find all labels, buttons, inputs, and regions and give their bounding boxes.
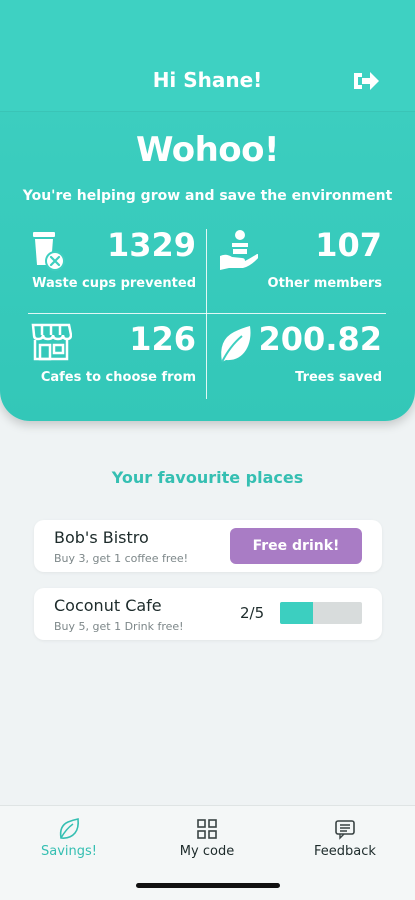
favourite-place-card[interactable]: Bob's Bistro Buy 3, get 1 coffee free! F… [34, 520, 382, 572]
tab-label: Feedback [314, 844, 376, 859]
place-name: Bob's Bistro [54, 528, 149, 547]
stamp-progress-label: 2/5 [240, 604, 265, 622]
stats-horizontal-divider [28, 313, 386, 314]
tab-label: Savings! [41, 844, 97, 859]
stats-vertical-divider [206, 229, 207, 399]
hand-person-icon [218, 228, 260, 274]
place-name: Coconut Cafe [54, 596, 162, 615]
stat-value: 107 [315, 226, 382, 264]
hero-headline: Wohoo! [135, 130, 280, 170]
hero-banner: Hi Shane! Wohoo! You're helping grow and… [0, 0, 415, 421]
logout-icon[interactable] [352, 69, 380, 93]
stat-label: Trees saved [295, 370, 382, 385]
stat-other-members: 107 Other members [218, 226, 382, 296]
stat-value: 1329 [106, 226, 196, 264]
favourite-place-card[interactable]: Coconut Cafe Buy 5, get 1 Drink free! 2/… [34, 588, 382, 640]
storefront-icon [30, 322, 73, 366]
stat-label: Cafes to choose from [40, 370, 196, 385]
stamp-progress-bar [280, 602, 362, 624]
stat-trees: 200.82 Trees saved [218, 320, 382, 390]
stat-value: 200.82 [258, 320, 382, 358]
leaf-icon [218, 324, 252, 368]
stat-waste-cups: 1329 Waste cups prevented [30, 226, 196, 296]
top-bar [0, 0, 415, 112]
tab-label: My code [179, 844, 235, 859]
place-offer: Buy 5, get 1 Drink free! [54, 620, 184, 633]
tab-savings[interactable]: Savings! [14, 818, 124, 859]
stat-cafes: 126 Cafes to choose from [30, 320, 196, 390]
stat-label: Other members [267, 276, 382, 291]
chat-bubble-icon [290, 818, 400, 840]
stat-value: 126 [129, 320, 196, 358]
home-indicator [136, 883, 280, 888]
leaf-icon [14, 818, 124, 840]
cup-blocked-icon [30, 230, 68, 276]
qr-code-icon [152, 818, 262, 840]
tab-my-code[interactable]: My code [152, 818, 262, 859]
hero-subline: You're helping grow and save the environ… [22, 188, 393, 204]
stat-label: Waste cups prevented [32, 276, 196, 291]
tab-feedback[interactable]: Feedback [290, 818, 400, 859]
stamp-progress-fill [280, 602, 313, 624]
favourites-title: Your favourite places [111, 468, 304, 487]
place-offer: Buy 3, get 1 coffee free! [54, 552, 189, 565]
free-drink-button[interactable]: Free drink! [230, 528, 362, 564]
